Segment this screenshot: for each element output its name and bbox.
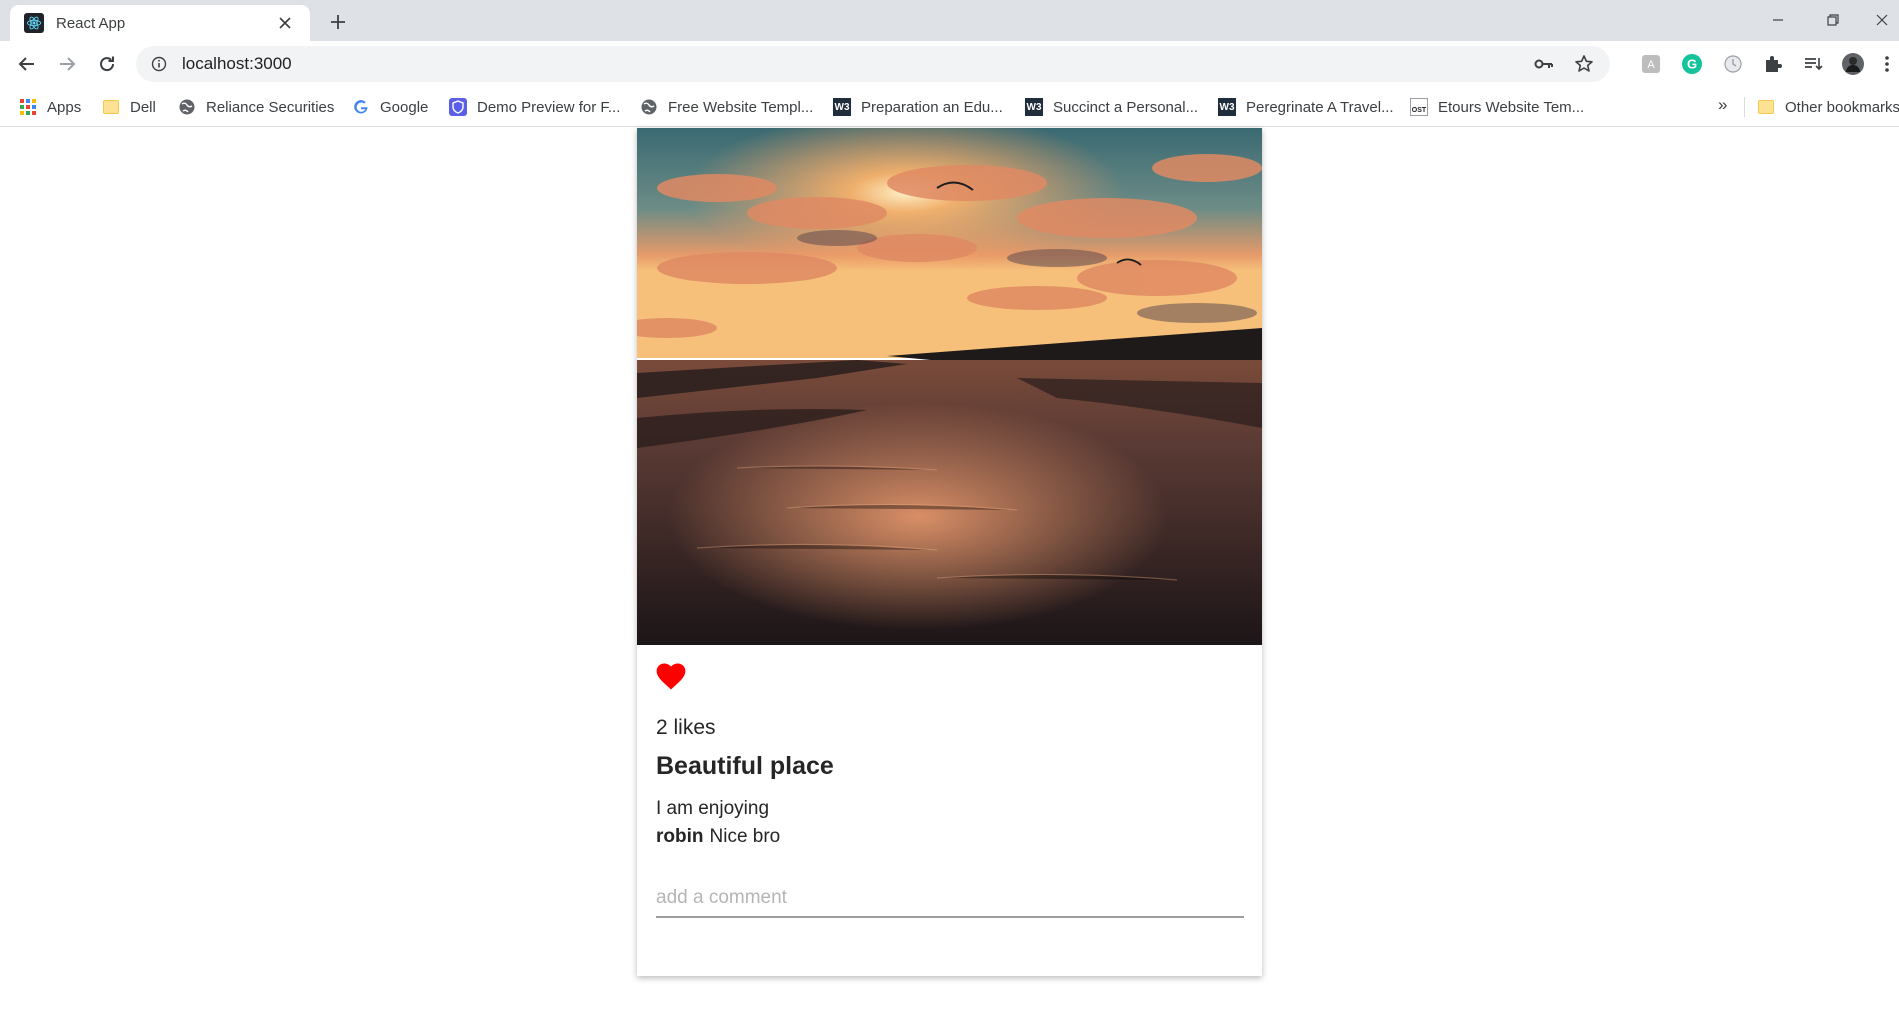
forward-arrow-icon[interactable] <box>52 49 82 79</box>
add-comment-input[interactable] <box>656 880 1244 918</box>
tab-strip: React App <box>0 0 1899 41</box>
svg-text:G: G <box>1687 57 1697 72</box>
bookmarks-bar: Apps Dell Reliance Securities Google Dem… <box>0 87 1899 127</box>
bookmark-google[interactable]: Google <box>352 96 428 118</box>
browser-tab[interactable]: React App <box>10 5 310 41</box>
bookmark-label: Preparation an Edu... <box>861 98 1003 116</box>
bookmark-apps[interactable]: Apps <box>19 96 81 118</box>
new-tab-button[interactable] <box>325 9 351 35</box>
comment-username: robin <box>656 826 704 847</box>
bookmark-dell[interactable]: Dell <box>102 96 156 118</box>
globe-icon <box>640 98 658 116</box>
back-arrow-icon[interactable] <box>12 49 42 79</box>
folder-icon <box>1757 98 1775 116</box>
post-description: I am enjoying <box>656 798 770 819</box>
w3-icon: W3 <box>833 98 851 116</box>
close-window-icon[interactable] <box>1865 6 1899 34</box>
restore-icon[interactable] <box>1816 6 1850 34</box>
bookmarks-overflow-chevron-icon[interactable]: » <box>1718 95 1727 115</box>
browser-toolbar: localhost:3000 A G <box>0 41 1899 87</box>
w3-icon: W3 <box>1025 98 1043 116</box>
svg-text:A: A <box>1647 59 1655 71</box>
bookmark-demo-preview[interactable]: Demo Preview for F... <box>449 96 620 118</box>
reading-list-icon[interactable] <box>1800 51 1826 77</box>
bookmark-label: Etours Website Tem... <box>1438 98 1585 116</box>
ost-icon: OST <box>1410 98 1428 116</box>
bookmark-peregrinate[interactable]: W3 Peregrinate A Travel... <box>1218 96 1394 118</box>
minimize-icon[interactable] <box>1761 6 1795 34</box>
globe-icon <box>178 98 196 116</box>
page-viewport: 2 likes Beautiful place I am enjoying ro… <box>0 128 1899 1027</box>
address-bar[interactable]: localhost:3000 <box>136 46 1610 82</box>
url-text: localhost:3000 <box>182 54 292 73</box>
bookmark-star-icon[interactable] <box>1572 52 1596 76</box>
bookmark-other-bookmarks[interactable]: Other bookmarks <box>1757 96 1899 118</box>
heart-like-icon[interactable] <box>656 663 686 691</box>
extension-translate-icon[interactable]: A <box>1638 51 1664 77</box>
key-icon[interactable] <box>1532 52 1556 76</box>
reload-icon[interactable] <box>92 49 122 79</box>
bookmark-label: Other bookmarks <box>1785 98 1899 116</box>
comment-item: robin Nice bro <box>656 826 780 848</box>
profile-avatar-icon[interactable] <box>1840 51 1866 77</box>
shield-icon <box>449 98 467 116</box>
post-card: 2 likes Beautiful place I am enjoying ro… <box>637 128 1262 976</box>
site-info-icon[interactable] <box>150 55 168 73</box>
bookmark-etours[interactable]: OST Etours Website Tem... <box>1410 96 1584 118</box>
apps-grid-icon <box>19 98 37 116</box>
bookmark-label: Google <box>380 98 429 116</box>
browser-menu-icon[interactable] <box>1880 51 1894 77</box>
bookmarks-divider <box>1744 97 1745 117</box>
extensions-puzzle-icon[interactable] <box>1760 51 1786 77</box>
post-title: Beautiful place <box>656 752 834 780</box>
bookmark-label: Demo Preview for F... <box>477 98 621 116</box>
bookmark-label: Dell <box>130 98 156 116</box>
extension-timer-icon[interactable] <box>1720 51 1746 77</box>
bookmark-succinct[interactable]: W3 Succinct a Personal... <box>1025 96 1198 118</box>
bookmark-label: Reliance Securities <box>206 98 335 116</box>
grammarly-icon[interactable]: G <box>1679 51 1705 77</box>
bookmark-preparation[interactable]: W3 Preparation an Edu... <box>833 96 1003 118</box>
close-tab-icon[interactable] <box>274 12 296 34</box>
bookmark-reliance-securities[interactable]: Reliance Securities <box>178 96 334 118</box>
w3-icon: W3 <box>1218 98 1236 116</box>
react-icon <box>24 13 44 33</box>
comment-text: Nice bro <box>709 826 781 847</box>
bookmark-label: Apps <box>47 98 82 116</box>
bookmark-free-website-templ[interactable]: Free Website Templ... <box>640 96 813 118</box>
bookmark-label: Succinct a Personal... <box>1053 98 1199 116</box>
google-icon <box>352 98 370 116</box>
likes-count: 2 likes <box>656 716 716 739</box>
bookmark-label: Peregrinate A Travel... <box>1246 98 1394 116</box>
folder-icon <box>102 98 120 116</box>
post-image <box>637 128 1262 645</box>
tab-title: React App <box>56 14 126 32</box>
bookmark-label: Free Website Templ... <box>668 98 814 116</box>
